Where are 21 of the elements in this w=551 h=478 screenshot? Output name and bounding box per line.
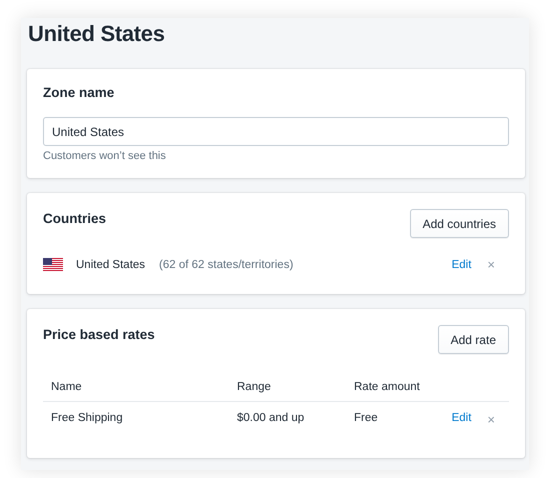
column-header: Range <box>229 370 346 402</box>
edit-link[interactable]: Edit <box>452 258 472 270</box>
remove-button[interactable]: × <box>487 412 495 427</box>
add-countries-button[interactable]: Add countries <box>410 209 509 238</box>
page-title: United States <box>28 21 166 48</box>
zone-name-field[interactable]: United States <box>43 117 509 146</box>
table-cell-text: $0.00 and up <box>236 411 306 426</box>
table-cell-text: Free Shipping <box>50 411 124 426</box>
country-detail: (62 of 62 states/territories) <box>159 258 294 270</box>
edit-link[interactable]: Edit <box>452 412 472 424</box>
add-rate-button[interactable]: Add rate <box>438 325 509 354</box>
column-header: Name <box>43 370 229 402</box>
section-heading: Price based rates <box>43 327 155 342</box>
flag-icon <box>43 258 63 272</box>
table-cell-text: Free <box>353 411 379 426</box>
section-heading: Countries <box>43 211 106 226</box>
remove-button[interactable]: × <box>487 257 495 272</box>
help-text: Customers won’t see this <box>43 150 167 162</box>
country-name: United States <box>76 258 146 270</box>
section-heading: Zone name <box>43 85 116 100</box>
column-header: Rate amount <box>346 370 442 402</box>
